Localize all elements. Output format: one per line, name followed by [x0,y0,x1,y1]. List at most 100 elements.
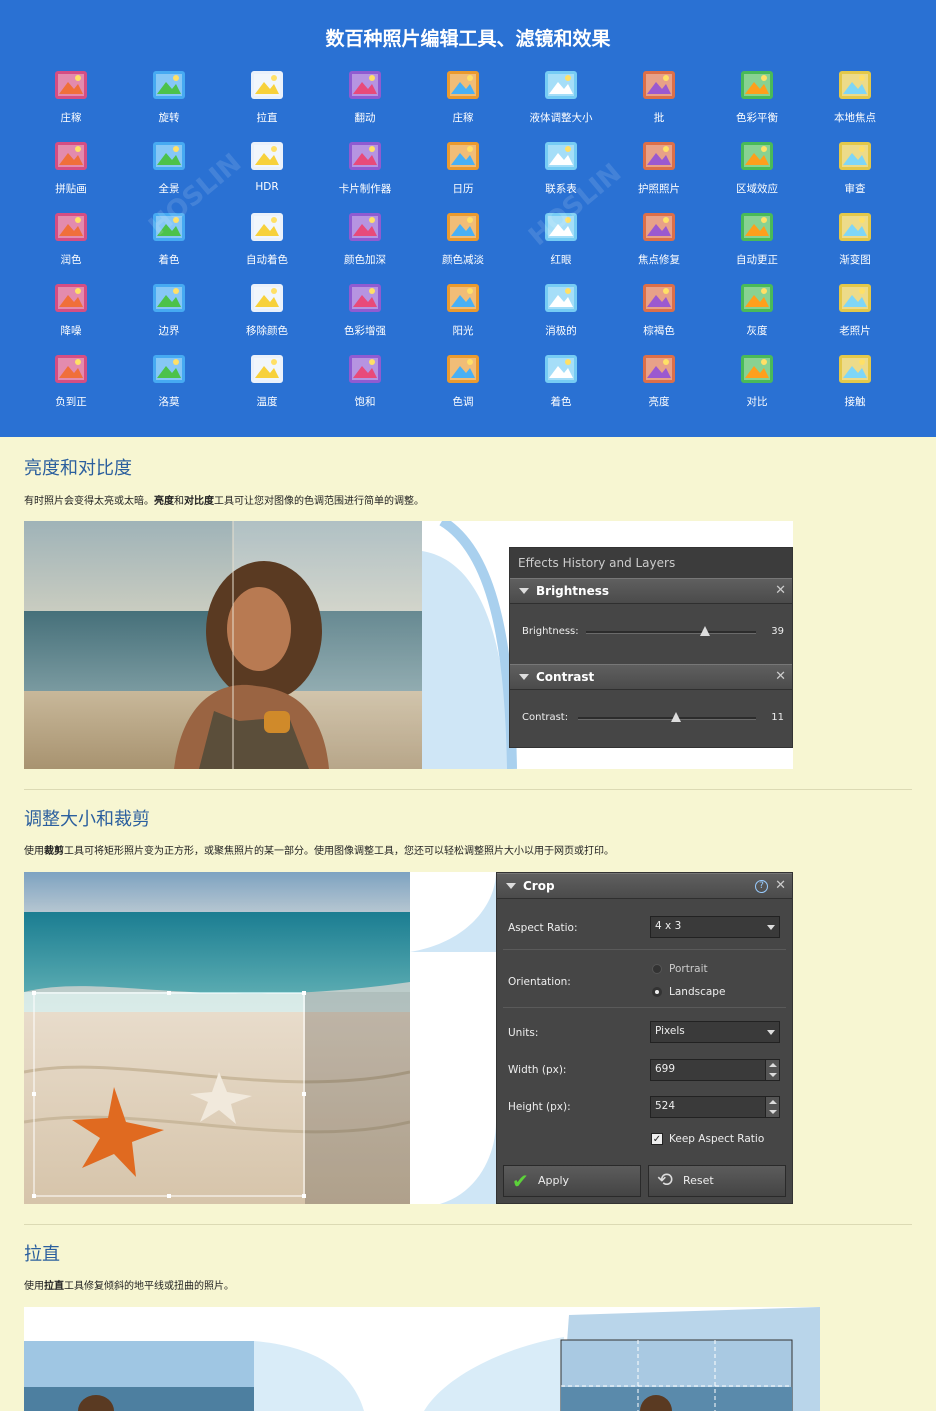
tool-label: 消极的 [545,325,577,337]
panorama-icon [150,137,188,175]
tool-liquid-resize[interactable]: 液体调整大小 [512,66,610,132]
passport-photo-icon [640,137,678,175]
tool-border[interactable]: 边界 [120,279,218,345]
chevron-down-icon[interactable] [506,883,516,889]
tool-remove-color[interactable]: 移除颜色 [218,279,316,345]
liquid-resize-icon [542,66,580,104]
apply-button[interactable]: ✔ Apply [503,1165,641,1197]
aspect-ratio-select[interactable]: 4 x 3 [650,916,780,938]
close-icon[interactable]: ✕ [775,583,786,598]
tool-rotate[interactable]: 旋转 [120,66,218,132]
landscape-radio[interactable] [652,987,662,997]
contrast-slider[interactable] [578,712,756,722]
crop-section-desc: 使用裁剪工具可将矩形照片变为正方形，或聚焦照片的某一部分。使用图像调整工具，您还… [24,846,614,857]
tool-contrast[interactable]: 对比 [708,350,806,416]
tool-calendar[interactable]: 日历 [414,137,512,203]
tool-area-effect[interactable]: 区域效应 [708,137,806,203]
tool-temperature[interactable]: 温度 [218,350,316,416]
tool-denoise[interactable]: 降噪 [22,279,120,345]
aspect-ratio-label: Aspect Ratio: [508,922,578,934]
reset-button[interactable]: ⟲ Reset [648,1165,786,1197]
tool-grayscale[interactable]: 灰度 [708,279,806,345]
denoise-icon [52,279,90,317]
tool-passport-photo[interactable]: 护照照片 [610,137,708,203]
tool-focus-fix[interactable]: 焦点修复 [610,208,708,274]
straighten-demo [24,1307,820,1411]
tool-label: 接触 [844,396,866,408]
contrast-icon [738,350,776,388]
tool-label: 降噪 [60,325,82,337]
help-icon[interactable]: ? [755,880,768,893]
tool-gradient-map[interactable]: 渐变图 [806,208,904,274]
remove-color-icon [248,279,286,317]
straighten-section-title: 拉直 [24,1244,60,1265]
tool-retouch[interactable]: 润色 [22,208,120,274]
tool-label: 棕褐色 [643,325,675,337]
tool-local-focus[interactable]: 本地焦点 [806,66,904,132]
tool-crop-expand[interactable]: 庄稼 [414,66,512,132]
crop-demo-photo [24,872,410,1204]
tool-brightness[interactable]: 亮度 [610,350,708,416]
brightness-demo-photo [24,521,422,769]
tool-label: 本地焦点 [834,112,876,124]
portrait-radio[interactable] [652,964,662,974]
height-input[interactable]: 524 [650,1096,780,1118]
landscape-label: Landscape [669,986,726,998]
tool-label: 自动着色 [246,254,288,266]
collage-icon [52,137,90,175]
tool-color-boost[interactable]: 色彩增强 [316,279,414,345]
close-icon[interactable]: ✕ [775,878,786,893]
reset-icon: ⟲ [657,1169,673,1191]
tool-negative-to-positive[interactable]: 负到正 [22,350,120,416]
tool-saturation[interactable]: 饱和 [316,350,414,416]
tool-tint[interactable]: 着色 [512,350,610,416]
tool-label: 色彩平衡 [736,112,778,124]
tool-collage[interactable]: 拼贴画 [22,137,120,203]
tool-dodge[interactable]: 颜色减淡 [414,208,512,274]
units-select[interactable]: Pixels [650,1021,780,1043]
tool-negative[interactable]: 消极的 [512,279,610,345]
tool-label: 旋转 [158,112,180,124]
tool-censor[interactable]: 审查 [806,137,904,203]
tool-lomo[interactable]: 洛莫 [120,350,218,416]
brightness-slider[interactable] [586,626,756,636]
tool-flip[interactable]: 翻动 [316,66,414,132]
tool-sunshine[interactable]: 阳光 [414,279,512,345]
tool-sepia[interactable]: 棕褐色 [610,279,708,345]
tool-exposure[interactable]: 接触 [806,350,904,416]
tool-color-balance[interactable]: 色彩平衡 [708,66,806,132]
tool-card-maker[interactable]: 卡片制作器 [316,137,414,203]
divider [24,789,912,790]
tool-straighten[interactable]: 拉直 [218,66,316,132]
tool-label: 批 [653,112,665,124]
tool-label: 润色 [60,254,82,266]
tool-hue[interactable]: 色调 [414,350,512,416]
sunshine-icon [444,279,482,317]
slider-thumb[interactable] [670,712,681,722]
height-stepper[interactable] [765,1097,779,1117]
tool-label: 移除颜色 [246,325,288,337]
crop-panel-header[interactable]: Crop? ✕ [497,873,792,899]
crop-section-title: 调整大小和裁剪 [24,809,150,830]
keep-aspect-checkbox[interactable]: ✓ [651,1133,663,1145]
chevron-down-icon[interactable] [519,674,529,680]
tool-auto-colorize[interactable]: 自动着色 [218,208,316,274]
width-stepper[interactable] [765,1060,779,1080]
contrast-layer-header[interactable]: Contrast ✕ [510,664,792,690]
effects-panel-title: Effects History and Layers [510,548,792,578]
width-input[interactable]: 699 [650,1059,780,1081]
tool-auto-correct[interactable]: 自动更正 [708,208,806,274]
tool-crop[interactable]: 庄稼 [22,66,120,132]
close-icon[interactable]: ✕ [775,669,786,684]
tool-burn[interactable]: 颜色加深 [316,208,414,274]
flip-icon [346,66,384,104]
slider-thumb[interactable] [700,626,710,636]
brightness-layer-header[interactable]: Brightness ✕ [510,578,792,604]
tool-label: 阳光 [452,325,474,337]
tool-old-photo[interactable]: 老照片 [806,279,904,345]
negative-to-positive-icon [52,350,90,388]
tool-batch[interactable]: 批 [610,66,708,132]
chevron-down-icon[interactable] [519,588,529,594]
straighten-section-desc: 使用拉直工具修复倾斜的地平线或扭曲的照片。 [24,1281,234,1292]
tool-label: 对比 [746,396,768,408]
